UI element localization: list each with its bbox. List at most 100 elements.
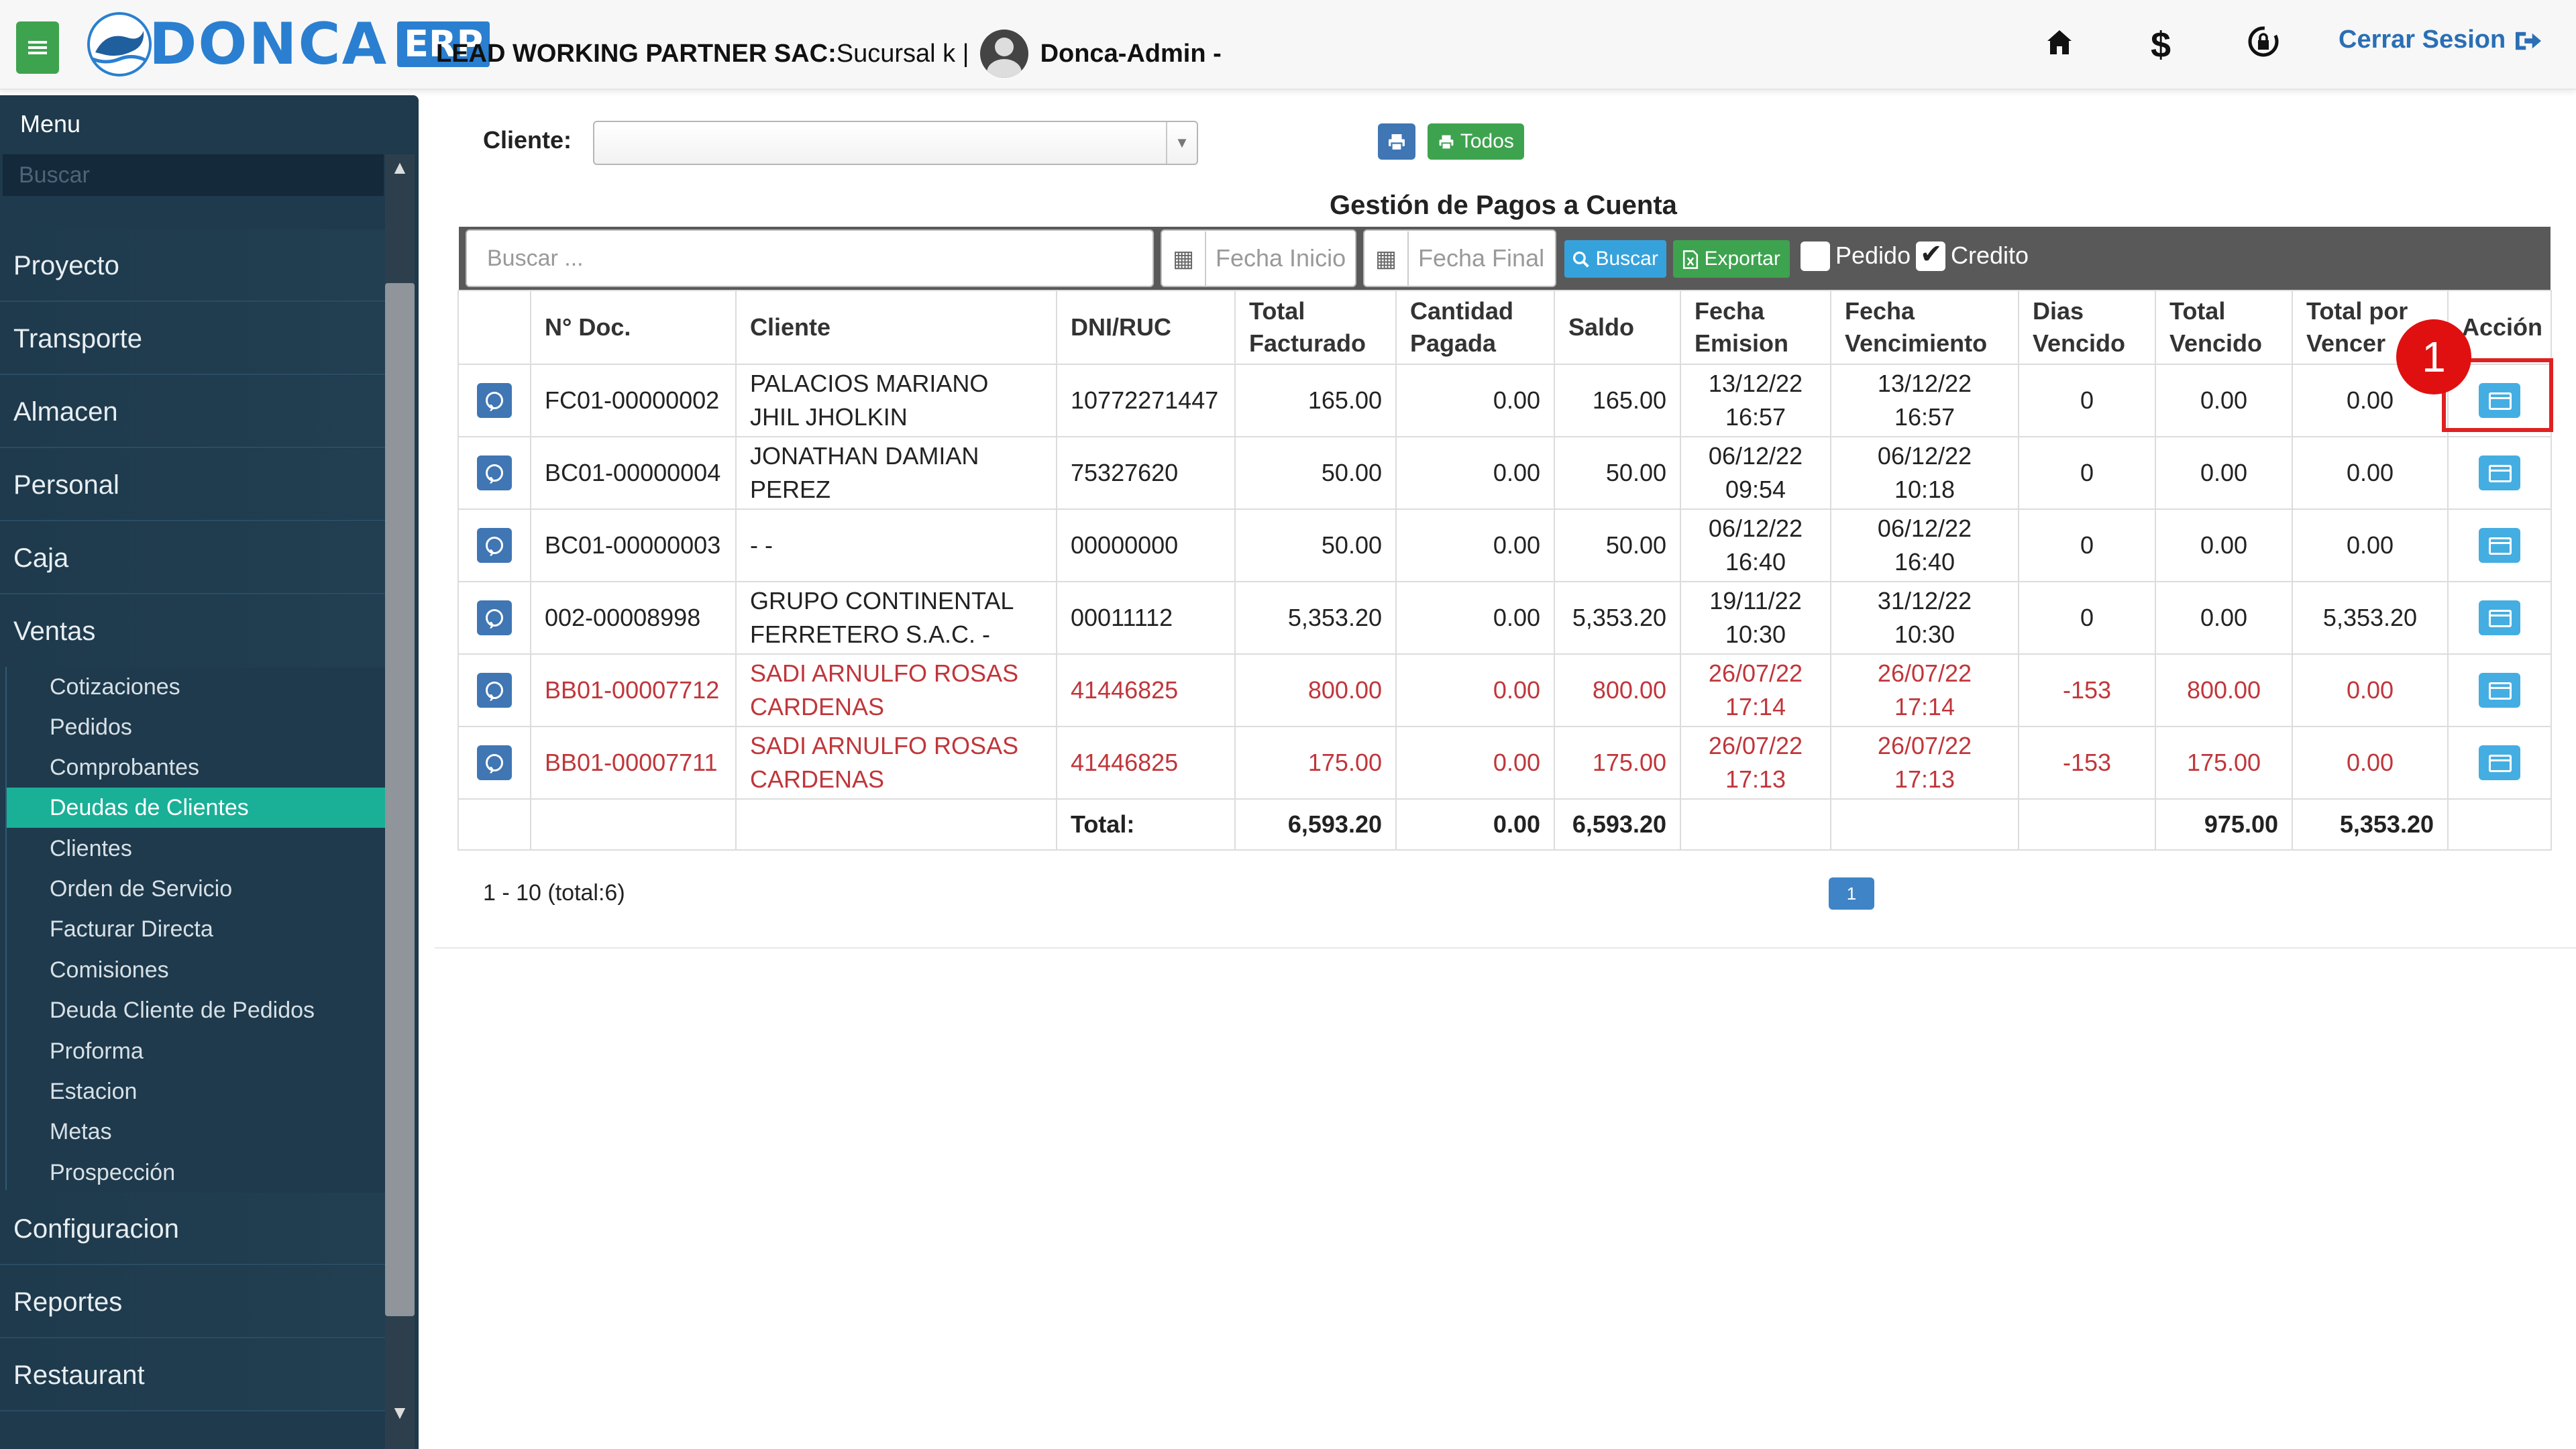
sidebar-subitem-deudas-de-clientes[interactable]: Deudas de Clientes <box>50 788 249 828</box>
buscar-button[interactable]: Buscar <box>1564 240 1666 278</box>
col-header-cliente[interactable]: Cliente <box>735 290 1057 365</box>
payment-card-icon[interactable] <box>2479 528 2520 563</box>
user-name[interactable]: Donca-Admin - <box>1040 40 1222 68</box>
cell-total-por-vencer: 0.00 <box>2292 653 2449 727</box>
cell-fecha-vencimiento: 31/12/22 10:30 <box>1830 581 2019 655</box>
cell-dias-vencido: 0 <box>2018 581 2156 655</box>
sidebar-subitem-prospeccion[interactable]: Prospección <box>50 1152 175 1193</box>
cliente-select[interactable]: ▼ <box>593 121 1198 165</box>
sidebar-scroll-thumb[interactable] <box>385 283 415 1316</box>
col-header-total-vencido[interactable]: Total Vencido <box>2155 290 2293 365</box>
sidebar-subitem-proforma[interactable]: Proforma <box>50 1031 144 1071</box>
date-part: 19/11/22 <box>1709 587 1802 614</box>
col-header-saldo[interactable]: Saldo <box>1554 290 1681 365</box>
cell-doc: BB01-00007712 <box>530 653 737 727</box>
sidebar-item-reportes[interactable]: Reportes <box>0 1266 385 1338</box>
sidebar-subitem-estacion[interactable]: Estacion <box>50 1071 137 1112</box>
arrow-circle-right-icon[interactable]: › <box>477 745 512 780</box>
logo: DONCA ERP <box>86 9 490 79</box>
cell-saldo: 165.00 <box>1554 364 1681 437</box>
col-header-ruc[interactable]: DNI/RUC <box>1056 290 1236 365</box>
empty-cell <box>1830 798 2019 851</box>
print-button[interactable] <box>1378 123 1415 160</box>
sidebar-subitem-facturar-directa[interactable]: Facturar Directa <box>50 909 213 949</box>
table-row: › BC01-00000003- -00000000 50.00 0.00 50.00 0… <box>458 508 2552 582</box>
avatar[interactable] <box>979 30 1028 78</box>
logout-link[interactable]: Cerrar Sesion <box>2339 25 2544 54</box>
sidebar-item-configuracion[interactable]: Configuracion <box>0 1193 385 1265</box>
sidebar-subitem-clientes[interactable]: Clientes <box>50 828 132 869</box>
cell-saldo: 50.00 <box>1554 436 1681 510</box>
lock-refresh-icon[interactable] <box>2246 24 2281 68</box>
cliente-line-1: SADI ARNULFO ROSAS <box>750 659 1019 687</box>
cliente-label: Cliente: <box>483 126 572 154</box>
col-header-fecha-vencimiento[interactable]: Fecha Vencimiento <box>1830 290 2019 365</box>
scroll-up-icon[interactable]: ▲ <box>385 154 415 181</box>
cell-total-facturado: 50.00 <box>1234 508 1397 582</box>
col-header-dias-vencido[interactable]: Dias Vencido <box>2018 290 2156 365</box>
cliente-line-1: SADI ARNULFO ROSAS <box>750 732 1019 759</box>
cell-cantidad-pagada: 0.00 <box>1395 508 1555 582</box>
arrow-circle-right-icon[interactable]: › <box>477 528 512 563</box>
sidebar-item-personal[interactable]: Personal <box>0 449 385 521</box>
payment-card-icon[interactable] <box>2479 673 2520 708</box>
sidebar-item-caja[interactable]: Caja <box>0 522 385 594</box>
pedido-checkbox[interactable] <box>1801 241 1830 271</box>
table-search-input[interactable]: Buscar ... <box>466 229 1154 287</box>
col-header-fecha-emision[interactable]: Fecha Emision <box>1680 290 1831 365</box>
time-part: 16:40 <box>1894 548 1955 576</box>
table-row: › FC01-00000002 PALACIOS MARIANO JHIL JHOLK… <box>458 364 2552 437</box>
payment-card-icon[interactable] <box>2479 745 2520 780</box>
fecha-inicio-field[interactable]: ▦ Fecha Inicio <box>1161 229 1356 287</box>
sidebar-item-restaurant[interactable]: Restaurant <box>0 1339 385 1411</box>
col-header-cantidad-pagada[interactable]: Cantidad Pagada <box>1395 290 1555 365</box>
cell-ruc: 75327620 <box>1056 436 1236 510</box>
sidebar-subitem-cotizaciones[interactable]: Cotizaciones <box>50 667 180 707</box>
sidebar-item-ventas[interactable]: Ventas <box>0 595 385 667</box>
payment-card-icon[interactable] <box>2479 455 2520 490</box>
sidebar-item-almacen[interactable]: Almacen <box>0 376 385 448</box>
expand-cell: › <box>458 653 531 727</box>
sidebar-item-transporte[interactable]: Transporte <box>0 303 385 375</box>
payment-card-icon[interactable] <box>2479 600 2520 635</box>
cell-cantidad-pagada: 0.00 <box>1395 364 1555 437</box>
cliente-line-2: PEREZ <box>750 476 831 503</box>
cell-cliente: SADI ARNULFO ROSAS CARDENAS <box>735 653 1057 727</box>
expand-cell: › <box>458 364 531 437</box>
cliente-line-2: FERRETERO S.A.C. - <box>750 621 991 648</box>
sidebar-search-input[interactable]: Buscar <box>3 154 384 196</box>
arrow-circle-right-icon[interactable]: › <box>477 673 512 708</box>
arrow-circle-right-icon[interactable]: › <box>477 383 512 418</box>
dollar-icon[interactable]: $ <box>2151 24 2171 66</box>
scroll-down-icon[interactable]: ▼ <box>385 1399 415 1426</box>
exportar-button[interactable]: Exportar <box>1673 240 1790 278</box>
cell-ruc: 10772271447 <box>1056 364 1236 437</box>
sidebar-item-proyecto[interactable]: Proyecto <box>0 229 385 302</box>
date-part: 13/12/22 <box>1877 370 1972 397</box>
date-part: 26/07/22 <box>1708 732 1803 759</box>
calendar-icon: ▦ <box>1162 231 1206 286</box>
cell-fecha-emision: 26/07/22 17:13 <box>1680 726 1831 800</box>
sidebar-subitem-pedidos[interactable]: Pedidos <box>50 707 132 747</box>
sidebar-subitem-deuda-cliente-de-pedidos[interactable]: Deuda Cliente de Pedidos <box>50 990 315 1030</box>
cell-cliente: SADI ARNULFO ROSAS CARDENAS <box>735 726 1057 800</box>
chevron-down-icon[interactable]: ▼ <box>1166 122 1197 164</box>
fecha-final-field[interactable]: ▦ Fecha Final <box>1363 229 1556 287</box>
sidebar-subitem-orden-de-servicio[interactable]: Orden de Servicio <box>50 869 232 909</box>
sidebar-subitem-metas[interactable]: Metas <box>50 1112 112 1152</box>
cell-ruc: 00011112 <box>1056 581 1236 655</box>
date-part: 06/12/22 <box>1877 442 1972 470</box>
date-part: 06/12/22 <box>1877 515 1972 542</box>
cell-doc: FC01-00000002 <box>530 364 737 437</box>
home-icon[interactable] <box>2046 24 2073 66</box>
menu-toggle-button[interactable] <box>16 21 59 74</box>
col-header-doc[interactable]: N° Doc. <box>530 290 737 365</box>
print-todos-button[interactable]: Todos <box>1428 123 1524 160</box>
sidebar-subitem-comprobantes[interactable]: Comprobantes <box>50 747 199 788</box>
arrow-circle-right-icon[interactable]: › <box>477 455 512 490</box>
sidebar-subitem-comisiones[interactable]: Comisiones <box>50 950 169 990</box>
page-button-current[interactable]: 1 <box>1829 877 1874 910</box>
credito-checkbox[interactable] <box>1916 239 1945 271</box>
col-header-total-facturado[interactable]: Total Facturado <box>1234 290 1397 365</box>
arrow-circle-right-icon[interactable]: › <box>477 600 512 635</box>
